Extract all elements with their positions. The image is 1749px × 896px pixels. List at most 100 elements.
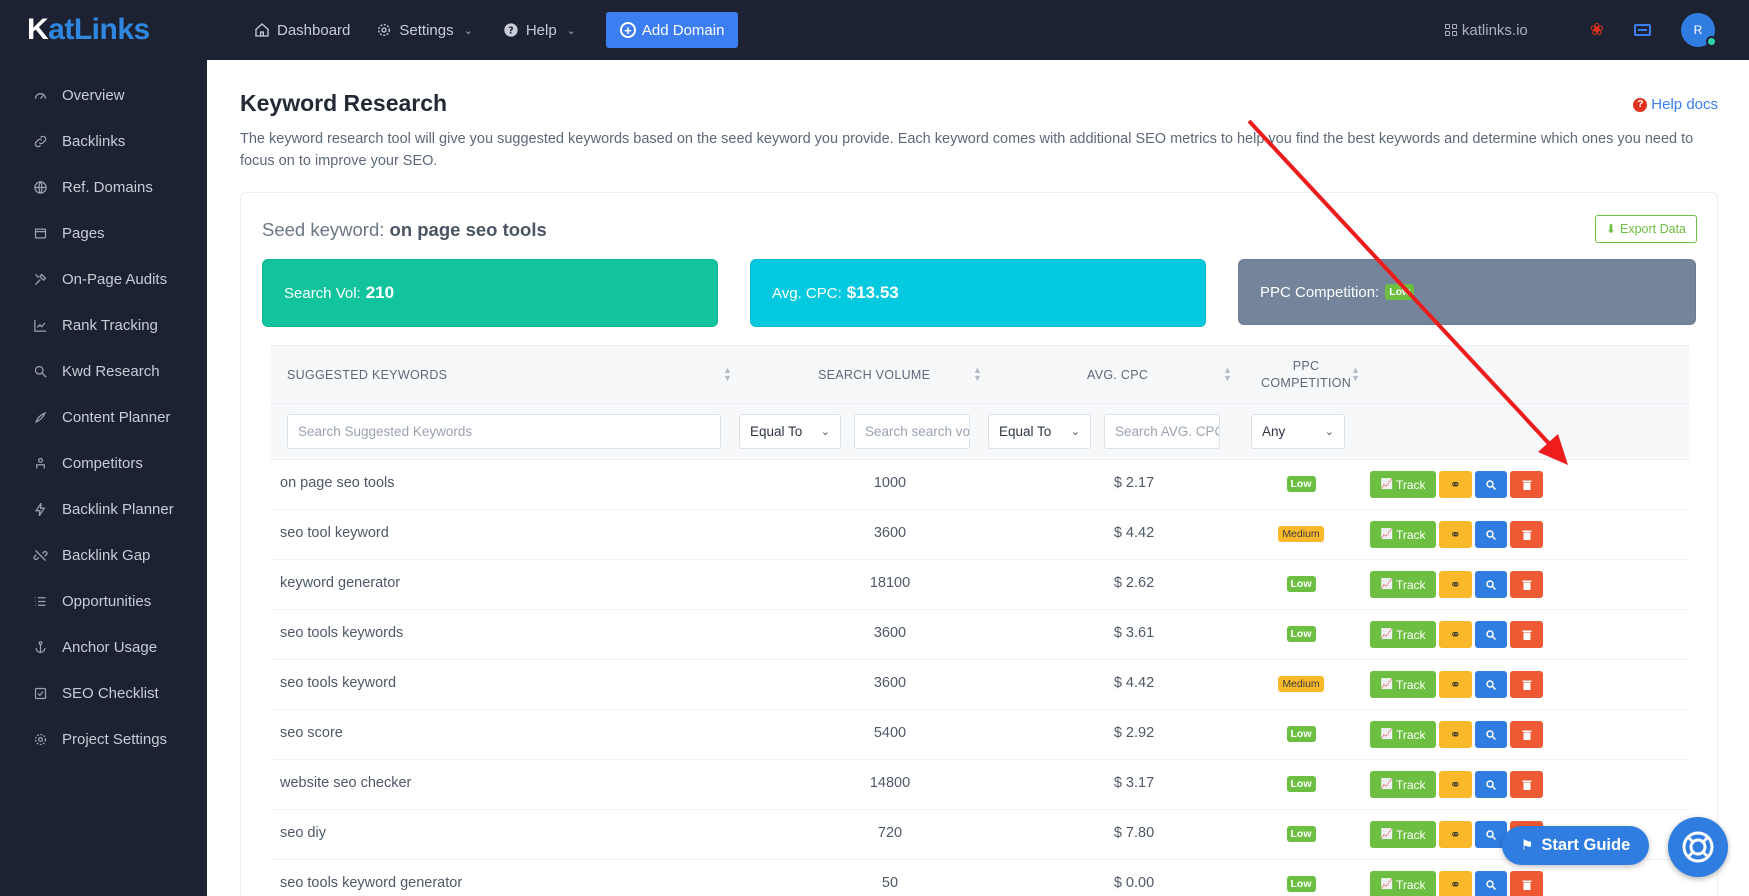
header-ppc[interactable]: PPC COMPETITION	[1261, 346, 1351, 404]
user-avatar[interactable]: R	[1681, 13, 1717, 47]
sidebar-item-project-settings[interactable]: Project Settings	[0, 716, 207, 762]
trash-icon	[1521, 779, 1533, 791]
sidebar-item-label: Pages	[62, 224, 105, 242]
backlinks-button[interactable]: ⚭	[1439, 871, 1472, 896]
search-icon	[1485, 529, 1497, 541]
search-keyword-button[interactable]	[1475, 571, 1507, 598]
track-button[interactable]: 📈 Track	[1370, 621, 1436, 648]
search-keyword-button[interactable]	[1475, 671, 1507, 698]
sidebar-item-competitors[interactable]: Competitors	[0, 440, 207, 486]
search-keyword-button[interactable]	[1475, 721, 1507, 748]
sidebar-item-backlink-planner[interactable]: Backlink Planner	[0, 486, 207, 532]
backlinks-button[interactable]: ⚭	[1439, 621, 1472, 648]
ppc-competition-select[interactable]: Any ⌄	[1251, 414, 1345, 449]
sidebar-item-backlink-gap[interactable]: Backlink Gap	[0, 532, 207, 578]
start-guide-button[interactable]: ⚑ Start Guide	[1502, 826, 1649, 865]
lifebuoy-icon	[1682, 831, 1714, 863]
header-volume[interactable]: SEARCH VOLUME	[818, 346, 930, 404]
add-domain-button[interactable]: + Add Domain	[605, 12, 739, 48]
sidebar-item-kwd-research[interactable]: Kwd Research	[0, 348, 207, 394]
header-cpc[interactable]: AVG. CPC	[1087, 346, 1148, 404]
search-keyword-button[interactable]	[1475, 621, 1507, 648]
sidebar-item-pages[interactable]: Pages	[0, 210, 207, 256]
link-icon: ⚭	[1450, 776, 1461, 792]
track-button[interactable]: 📈 Track	[1370, 871, 1436, 896]
sidebar-item-ref-domains[interactable]: Ref. Domains	[0, 164, 207, 210]
backlinks-button[interactable]: ⚭	[1439, 771, 1472, 798]
list-icon	[31, 592, 49, 610]
help-docs-link[interactable]: ? Help docs	[1633, 96, 1718, 113]
sidebar-item-opportunities[interactable]: Opportunities	[0, 578, 207, 624]
sidebar-item-rank-tracking[interactable]: Rank Tracking	[0, 302, 207, 348]
cpc-operator-select[interactable]: Equal To ⌄	[988, 414, 1091, 449]
nav-help[interactable]: ? Help ⌄	[503, 22, 576, 39]
katlinks-logo[interactable]: KatLinks	[0, 0, 207, 60]
support-chat-button[interactable]	[1668, 817, 1728, 877]
gear-icon	[31, 730, 49, 748]
search-keyword-button[interactable]	[1475, 771, 1507, 798]
sidebar-item-backlinks[interactable]: Backlinks	[0, 118, 207, 164]
delete-button[interactable]	[1510, 721, 1543, 748]
track-button[interactable]: 📈 Track	[1370, 471, 1436, 498]
header-keywords[interactable]: SUGGESTED KEYWORDS	[287, 346, 447, 404]
track-button[interactable]: 📈 Track	[1370, 771, 1436, 798]
delete-button[interactable]	[1510, 671, 1543, 698]
avatar-initial: R	[1693, 23, 1703, 37]
export-data-button[interactable]: ⬇ Export Data	[1594, 215, 1697, 243]
search-keyword-button[interactable]	[1475, 871, 1507, 896]
delete-button[interactable]	[1510, 771, 1543, 798]
backlinks-button[interactable]: ⚭	[1439, 721, 1472, 748]
sidebar-nav: Overview Backlinks Ref. Domains Pages On-Pag…	[0, 72, 207, 762]
tools-icon	[31, 270, 49, 288]
volume-search-input[interactable]: Search search vol	[854, 414, 970, 449]
backlinks-button[interactable]: ⚭	[1439, 471, 1472, 498]
sidebar-item-seo-checklist[interactable]: SEO Checklist	[0, 670, 207, 716]
volume-operator-select[interactable]: Equal To ⌄	[739, 414, 841, 449]
search-volume-card: Search Vol: 210	[262, 259, 718, 327]
volume-cell: 3600	[873, 525, 907, 541]
ppc-badge: Low	[1286, 826, 1316, 842]
delete-button[interactable]	[1510, 871, 1543, 896]
nav-settings-label: Settings	[399, 21, 454, 39]
chart-line-icon: 📈	[1380, 629, 1393, 640]
delete-button[interactable]	[1510, 571, 1543, 598]
logo-text: atLinks	[48, 13, 150, 46]
sidebar-item-label: Kwd Research	[62, 362, 160, 380]
delete-button[interactable]	[1510, 621, 1543, 648]
search-keyword-button[interactable]	[1475, 471, 1507, 498]
chart-line-icon: 📈	[1380, 829, 1393, 840]
ppc-cell: Low	[1271, 726, 1331, 742]
export-label: Export Data	[1619, 222, 1686, 236]
sidebar-item-overview[interactable]: Overview	[0, 72, 207, 118]
bug-icon[interactable]: ❀	[1590, 20, 1604, 40]
keyword-search-input[interactable]: Search Suggested Keywords	[287, 414, 721, 449]
track-button[interactable]: 📈 Track	[1370, 671, 1436, 698]
nav-settings[interactable]: Settings ⌄	[376, 21, 473, 39]
backlinks-button[interactable]: ⚭	[1439, 571, 1472, 598]
ppc-badge: Low	[1385, 284, 1415, 300]
sidebar-item-anchor-usage[interactable]: Anchor Usage	[0, 624, 207, 670]
track-button[interactable]: 📈 Track	[1370, 521, 1436, 548]
track-button[interactable]: 📈 Track	[1370, 571, 1436, 598]
search-icon	[31, 362, 49, 380]
volume-cell: 50	[881, 875, 899, 891]
gear-icon	[378, 24, 391, 36]
site-switcher[interactable]: katlinks.io	[1444, 22, 1528, 39]
flag-icon: ⚑	[1520, 837, 1534, 853]
ppc-cell: Low	[1271, 576, 1331, 592]
nav-dashboard[interactable]: Dashboard	[254, 22, 350, 39]
delete-button[interactable]	[1510, 471, 1543, 498]
volume-cell: 720	[877, 825, 903, 841]
track-label: Track	[1395, 877, 1426, 892]
sidebar-item-on-page-audits[interactable]: On-Page Audits	[0, 256, 207, 302]
backlinks-button[interactable]: ⚭	[1439, 821, 1472, 848]
track-button[interactable]: 📈 Track	[1370, 821, 1436, 848]
search-keyword-button[interactable]	[1475, 521, 1507, 548]
backlinks-button[interactable]: ⚭	[1439, 521, 1472, 548]
sidebar-item-content-planner[interactable]: Content Planner	[0, 394, 207, 440]
billing-card-icon[interactable]	[1634, 24, 1651, 36]
track-button[interactable]: 📈 Track	[1370, 721, 1436, 748]
delete-button[interactable]	[1510, 521, 1543, 548]
backlinks-button[interactable]: ⚭	[1439, 671, 1472, 698]
cpc-search-input[interactable]: Search AVG. CPC	[1104, 414, 1220, 449]
